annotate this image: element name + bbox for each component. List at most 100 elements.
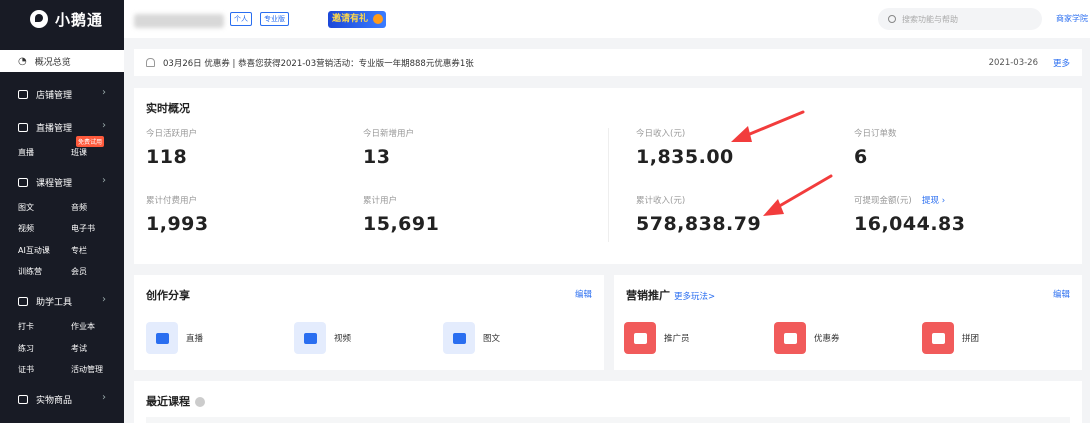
tile-label: 拼团 [962, 334, 980, 344]
sidebar-item-overview[interactable]: ◔ 概况总览 [0, 50, 124, 72]
sidebar-item-ai-course[interactable]: AI互动课 [18, 245, 50, 256]
sidebar-item-member[interactable]: 会员 [71, 266, 87, 277]
tile-video[interactable]: 视频 [294, 322, 351, 354]
chevron-right-icon: › [102, 294, 106, 305]
card-title: 创作分享 [146, 289, 190, 302]
sidebar-item-checkin[interactable]: 打卡 [18, 321, 34, 332]
tile-live[interactable]: 直播 [146, 322, 203, 354]
stat-value: 578,838.79 [636, 213, 762, 235]
video-camera-icon [294, 322, 326, 354]
megaphone-icon [624, 322, 656, 354]
course-list-area [146, 417, 1070, 423]
sidebar-item-audio[interactable]: 音频 [71, 202, 87, 213]
tile-label: 图文 [483, 334, 501, 344]
sidebar-item-homework[interactable]: 作业本 [71, 321, 95, 332]
stat-value: 1,835.00 [636, 146, 734, 168]
tile-coupon[interactable]: 优惠券 [774, 322, 840, 354]
group-buy-icon [922, 322, 954, 354]
tile-promoter[interactable]: 推广员 [624, 322, 690, 354]
notice-text[interactable]: 03月26日 优惠券 | 恭喜您获得2021-03营销活动：专业版一年期888元… [163, 57, 474, 69]
stat-value: 118 [146, 146, 188, 168]
sidebar-item-class[interactable]: 班课 [71, 147, 87, 158]
info-icon[interactable] [195, 397, 205, 407]
stat-label: 今日新增用户 [363, 129, 415, 139]
stat-value: 15,691 [363, 213, 440, 235]
stat-value: 13 [363, 146, 391, 168]
search-icon [888, 15, 896, 23]
shop-icon [18, 89, 28, 99]
gift-icon [373, 14, 383, 24]
sidebar-group-live[interactable]: 直播管理 › [0, 117, 124, 137]
sidebar-group-label: 直播管理 [36, 123, 73, 134]
card-title: 实时概况 [146, 102, 190, 115]
invite-reward-button[interactable]: 邀请有礼 [328, 11, 386, 28]
search-input[interactable]: 搜索功能与帮助 [878, 8, 1042, 30]
stat-label: 累计收入(元) [636, 196, 686, 206]
sidebar-item-activity[interactable]: 活动管理 [71, 364, 103, 375]
shop-name-blurred [134, 14, 224, 28]
withdraw-link[interactable]: 提现 › [922, 194, 945, 206]
sidebar-group-label: 实物商品 [36, 395, 73, 406]
chevron-right-icon: › [102, 392, 106, 403]
tools-icon [18, 296, 28, 306]
live-icon [18, 122, 28, 132]
tile-article[interactable]: 图文 [443, 322, 500, 354]
tag-pro-edition: 专业版 [260, 12, 289, 26]
search-placeholder: 搜索功能与帮助 [902, 14, 958, 24]
sidebar-item-video[interactable]: 视频 [18, 223, 34, 234]
tile-label: 直播 [186, 334, 204, 344]
stat-value: 6 [854, 146, 868, 168]
create-share-card: 创作分享 编辑 直播 视频 图文 [134, 275, 604, 370]
invite-label: 邀请有礼 [332, 14, 369, 24]
app-name: 小鹅通 [55, 10, 104, 29]
sidebar-item-camp[interactable]: 训练营 [18, 266, 42, 277]
coupon-icon [774, 322, 806, 354]
stat-label: 今日收入(元) [636, 129, 686, 139]
stat-label: 累计用户 [363, 196, 398, 206]
sidebar-group-label: 助学工具 [36, 297, 73, 308]
stat-value: 1,993 [146, 213, 209, 235]
sidebar-item-certificate[interactable]: 证书 [18, 364, 34, 375]
chevron-right-icon: › [102, 175, 106, 186]
logo-icon [30, 10, 48, 28]
sidebar-group-label: 店铺管理 [36, 90, 73, 101]
sidebar-item-label: 概况总览 [34, 57, 71, 68]
sidebar-group-tools[interactable]: 助学工具 › [0, 291, 124, 311]
notice-bar: 03月26日 优惠券 | 恭喜您获得2021-03营销活动：专业版一年期888元… [134, 49, 1082, 76]
chevron-right-icon: › [102, 120, 106, 131]
merchant-academy-link[interactable]: 商家学院 [1056, 13, 1088, 24]
sidebar-group-goods[interactable]: 实物商品 › [0, 389, 124, 409]
tag-personal: 个人 [230, 12, 252, 26]
tile-label: 推广员 [664, 334, 690, 344]
top-header: 个人 专业版 邀请有礼 搜索功能与帮助 商家学院 [124, 0, 1090, 38]
sidebar-item-article[interactable]: 图文 [18, 202, 34, 213]
sidebar-group-shop[interactable]: 店铺管理 › [0, 84, 124, 104]
stat-label: 可提现金额(元) [854, 196, 912, 206]
free-trial-badge: 免费试用 [76, 136, 105, 147]
stat-label: 今日订单数 [854, 129, 897, 139]
live-tv-icon [146, 322, 178, 354]
sidebar-item-live[interactable]: 直播 [18, 147, 34, 158]
app-logo[interactable]: 小鹅通 [0, 0, 124, 38]
edit-button[interactable]: 编辑 [1053, 288, 1070, 300]
edit-button[interactable]: 编辑 [575, 288, 592, 300]
sidebar-group-course[interactable]: 课程管理 › [0, 172, 124, 192]
pie-chart-icon: ◔ [18, 55, 27, 67]
tile-group-buy[interactable]: 拼团 [922, 322, 979, 354]
sidebar-item-exam[interactable]: 考试 [71, 343, 87, 354]
sidebar-item-ebook[interactable]: 电子书 [71, 223, 95, 234]
card-title-text: 营销推广 [626, 289, 670, 302]
sidebar-item-practice[interactable]: 练习 [18, 343, 34, 354]
more-play-link[interactable]: 更多玩法> [674, 292, 715, 302]
card-title: 营销推广 更多玩法> [626, 287, 715, 303]
notice-more-link[interactable]: 更多 [1053, 57, 1070, 69]
recent-courses-card: 最近课程 [134, 381, 1082, 423]
card-title-text: 最近课程 [146, 395, 190, 408]
course-icon [18, 177, 28, 187]
sidebar-item-column[interactable]: 专栏 [71, 245, 87, 256]
tile-label: 优惠券 [814, 334, 840, 344]
marketing-card: 营销推广 更多玩法> 编辑 推广员 优惠券 拼团 [614, 275, 1082, 370]
stat-label: 累计付费用户 [146, 196, 198, 206]
notice-date: 2021-03-26 [988, 57, 1038, 68]
article-icon [443, 322, 475, 354]
